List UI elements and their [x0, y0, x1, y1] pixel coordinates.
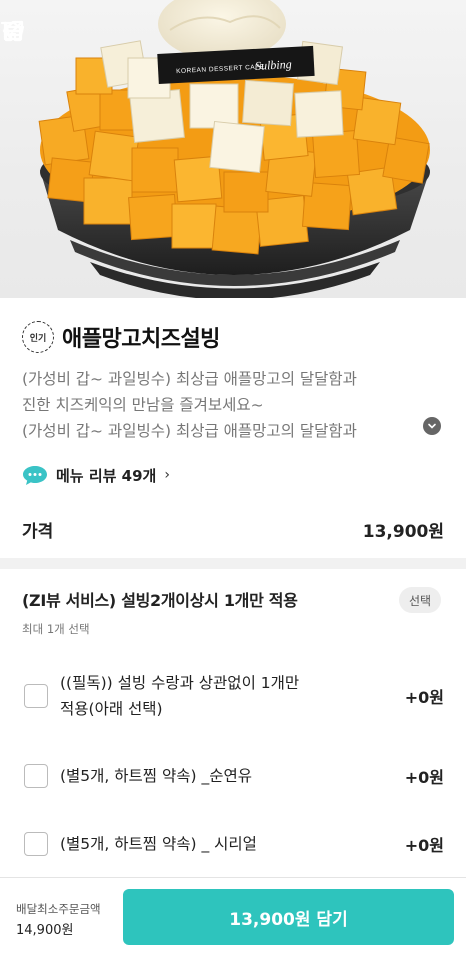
- add-to-cart-button[interactable]: 13,900원 담기: [123, 889, 454, 945]
- product-title-row: 인기 애플망고치즈설빙: [22, 320, 220, 354]
- min-order-label: 배달최소주문금액: [16, 902, 101, 916]
- product-description: (가성비 갑~ 과일빙수) 최상급 애플망고의 달달함과 진한 치즈케익의 만남…: [22, 366, 402, 444]
- chevron-right-icon: ›: [164, 467, 170, 483]
- min-order-value: 14,900원: [16, 923, 74, 938]
- top-nav-bar: [0, 0, 466, 64]
- option-label: (별5개, 하트찜 약속) _ 시리얼: [60, 835, 257, 853]
- option-group-title: (ZI뷰 서비스) 설빙2개이상시 1개만 적용: [22, 591, 298, 610]
- option-checkbox[interactable]: [24, 684, 48, 708]
- description-line: (가성비 갑~ 과일빙수) 최상급 애플망고의 달달함과: [22, 422, 357, 440]
- chat-bubble-icon: [23, 466, 47, 485]
- option-label: ((필독)) 설빙 수랑과 상관없이 1개만 적용(아래 선택): [60, 670, 360, 722]
- option-checkbox[interactable]: [24, 832, 48, 856]
- section-divider: [0, 558, 466, 569]
- product-title: 애플망고치즈설빙: [62, 327, 220, 352]
- popular-badge: 인기: [22, 321, 54, 353]
- option-checkbox[interactable]: [24, 764, 48, 788]
- optional-tag: 선택: [399, 587, 441, 613]
- option-price: +0원: [404, 768, 444, 787]
- option-label-line: 적용(아래 선택): [60, 700, 163, 718]
- bottom-order-bar: 배달최소주문금액 14,900원 13,900원 담기: [0, 877, 466, 957]
- menu-review-link[interactable]: 메뉴 리뷰 49개 ›: [22, 463, 170, 487]
- chevron-down-icon: [428, 423, 436, 429]
- option-price: +0원: [404, 836, 444, 855]
- price-label: 가격: [22, 522, 54, 542]
- price-row: 가격 13,900원: [0, 511, 466, 549]
- review-count-label: 메뉴 리뷰 49개: [56, 466, 157, 485]
- description-line: (가성비 갑~ 과일빙수) 최상급 애플망고의 달달함과: [22, 370, 357, 388]
- cart-icon[interactable]: [0, 18, 26, 44]
- product-image: KOREAN DESSERT CAFE Sulbing: [0, 0, 466, 298]
- expand-description-button[interactable]: [423, 417, 441, 435]
- option-group-subtitle: 최대 1개 선택: [22, 622, 90, 636]
- price-value: 13,900원: [362, 522, 444, 542]
- option-price: +0원: [404, 688, 444, 707]
- description-line: 진한 치즈케익의 만남을 즐겨보세요~: [22, 396, 264, 414]
- option-label: (별5개, 하트찜 약속) _순연유: [60, 767, 253, 785]
- option-label-line: ((필독)) 설빙 수랑과 상관없이 1개만: [60, 674, 300, 692]
